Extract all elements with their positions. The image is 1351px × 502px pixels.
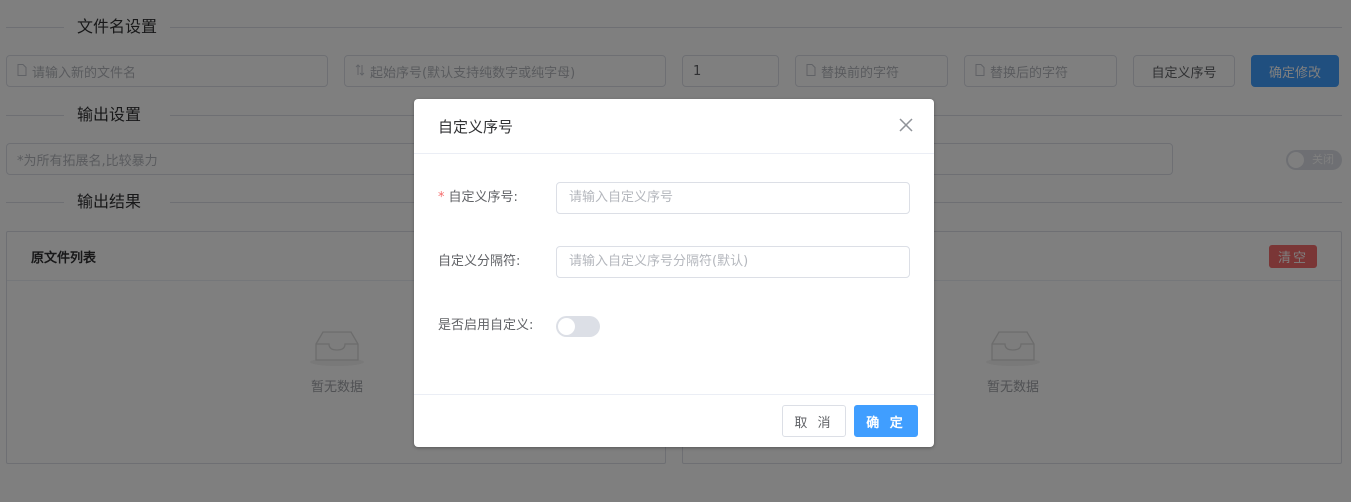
enable-custom-switch[interactable] [556, 316, 600, 337]
form-row-custom-index: * 自定义序号: 请输入自定义序号 [414, 182, 934, 214]
separator-input[interactable]: 请输入自定义序号分隔符(默认) [556, 246, 910, 278]
form-row-enable: 是否启用自定义: [414, 310, 934, 342]
form-label: 是否启用自定义: [438, 318, 534, 333]
ok-button[interactable]: 确 定 [854, 405, 918, 437]
custom-index-input[interactable]: 请输入自定义序号 [556, 182, 910, 214]
form-label: * 自定义序号: [438, 182, 518, 214]
dialog-title: 自定义序号 [438, 118, 514, 136]
dialog-header: 自定义序号 [414, 99, 934, 154]
required-mark: * [438, 190, 445, 205]
form-label: 自定义分隔符: [438, 254, 521, 269]
cancel-button[interactable]: 取 消 [782, 405, 846, 437]
close-icon[interactable] [898, 117, 914, 133]
form-row-separator: 自定义分隔符: 请输入自定义序号分隔符(默认) [414, 246, 934, 278]
label-text: 自定义序号: [448, 190, 518, 205]
custom-index-dialog: 自定义序号 * 自定义序号: 请输入自定义序号 自定义分隔符: 请输入自定义序号分… [414, 99, 934, 447]
dialog-footer: 取 消 确 定 [414, 394, 934, 447]
switch-knob [558, 318, 575, 335]
